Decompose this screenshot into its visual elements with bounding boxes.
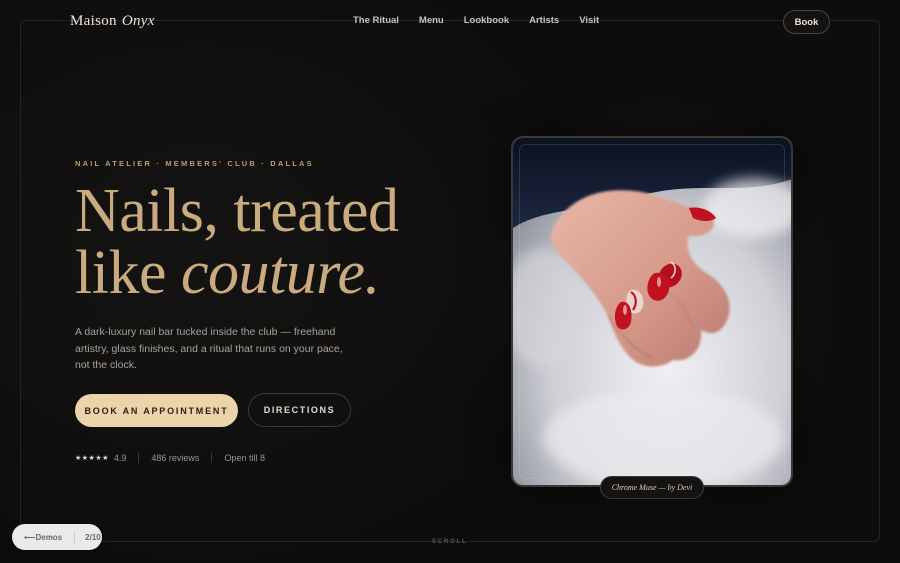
headline-line-1: Nails, treated bbox=[75, 177, 399, 245]
demo-counter: 2/10 bbox=[85, 532, 101, 542]
meta-divider bbox=[138, 453, 140, 463]
demo-pill-divider bbox=[74, 531, 76, 543]
hero-lede: A dark-luxury nail bar tucked inside the… bbox=[75, 326, 343, 371]
nav-item-visit[interactable]: Visit bbox=[579, 15, 599, 26]
hero-eyebrow: NAIL ATELIER · MEMBERS' CLUB · DALLAS bbox=[75, 159, 314, 168]
headline-line-2-plain: like bbox=[75, 239, 181, 307]
nav-item-menu[interactable]: Menu bbox=[419, 15, 444, 26]
review-count[interactable]: 486 reviews bbox=[151, 453, 199, 463]
hand-nails-photo bbox=[513, 138, 791, 485]
brand-logo[interactable]: Maison Onyx bbox=[70, 13, 155, 30]
nav-item-ritual[interactable]: The Ritual bbox=[353, 15, 399, 26]
book-appointment-button[interactable]: BOOK AN APPOINTMENT bbox=[75, 394, 238, 427]
opening-hours: Open till 8 bbox=[224, 453, 265, 463]
brand-accent: Onyx bbox=[121, 13, 155, 29]
rating-meta: ★★★★★ 4.9 486 reviews Open till 8 bbox=[75, 453, 265, 463]
demo-navigator: ⟵ Demos 2/10 bbox=[12, 524, 102, 550]
top-nav: Maison Onyx The Ritual Menu Lookbook Arti… bbox=[0, 0, 900, 44]
hero-headline: Nails, treated like couture. bbox=[75, 180, 399, 304]
rating-value: 4.9 bbox=[113, 453, 127, 463]
nav-item-lookbook[interactable]: Lookbook bbox=[464, 15, 509, 26]
hero-photo-card bbox=[511, 136, 793, 487]
meta-divider bbox=[211, 453, 213, 463]
star-rating-icon: ★★★★★ bbox=[75, 455, 109, 462]
nav-item-artists[interactable]: Artists bbox=[529, 15, 559, 26]
arrow-left-icon: ⟵ bbox=[24, 532, 36, 542]
photo-caption: Chrome Muse — by Devi bbox=[600, 476, 704, 499]
demos-back-button[interactable]: ⟵ Demos bbox=[24, 533, 62, 542]
nav-book-button[interactable]: Book bbox=[783, 10, 830, 34]
brand-name: Maison bbox=[70, 13, 117, 29]
demos-back-label: Demos bbox=[35, 532, 63, 542]
main-menu: The Ritual Menu Lookbook Artists Visit bbox=[353, 15, 619, 26]
headline-line-2-italic: couture. bbox=[180, 239, 380, 307]
directions-button[interactable]: DIRECTIONS bbox=[248, 393, 351, 427]
scroll-hint[interactable]: SCROLL bbox=[432, 539, 467, 545]
headline-line-2: like couture. bbox=[75, 242, 399, 304]
